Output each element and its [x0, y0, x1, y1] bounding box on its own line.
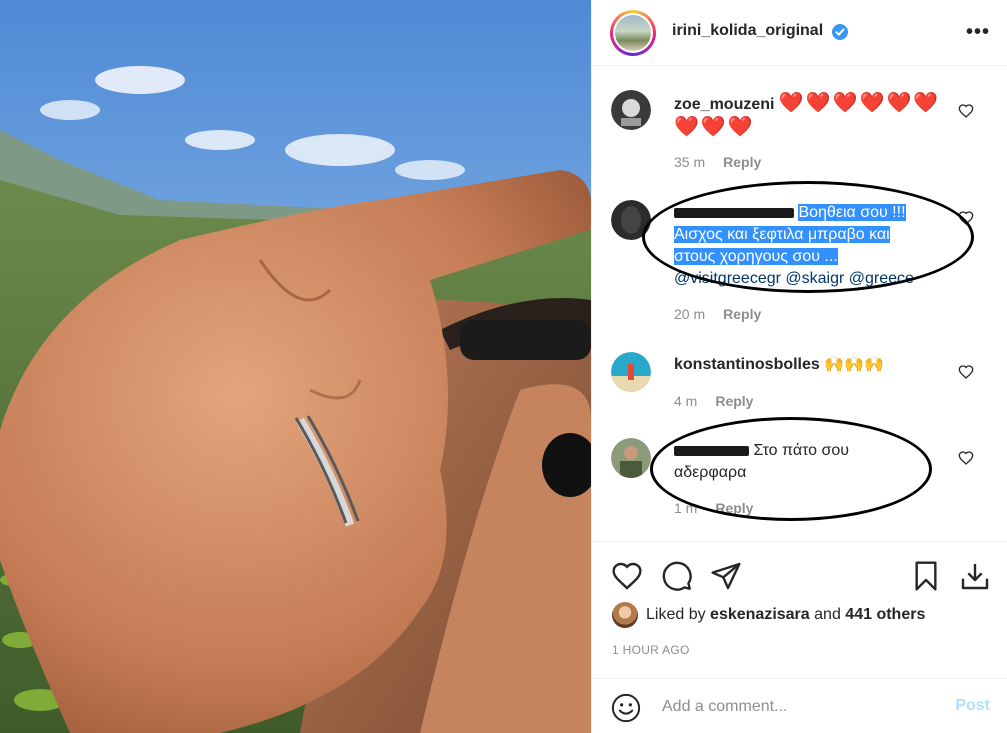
like-comment-icon[interactable] — [958, 210, 974, 226]
author-avatar[interactable] — [610, 10, 656, 56]
comment-mentions[interactable]: @visitgreecegr @skaigr @greece — [674, 268, 934, 290]
like-comment-icon[interactable] — [958, 364, 974, 380]
redacted-username — [674, 445, 749, 456]
likes-count-link[interactable]: 441 others — [845, 606, 925, 623]
comment-time: 4 m — [674, 393, 698, 409]
save-bookmark-icon[interactable] — [910, 560, 942, 592]
reply-button[interactable]: Reply — [723, 306, 761, 322]
post-actions: Liked by eskenazisara and 441 others 1 H… — [592, 541, 1007, 733]
post-sidebar: irini_kolida_original ••• zoe_mouzeni ❤️… — [591, 0, 1007, 733]
reply-button[interactable]: Reply — [723, 154, 761, 170]
reply-button[interactable]: Reply — [715, 393, 753, 409]
comment-time: 1 m — [674, 500, 698, 516]
and-label: and — [814, 606, 841, 624]
comment-username[interactable]: zoe_mouzeni — [674, 96, 774, 113]
like-comment-icon[interactable] — [958, 450, 974, 466]
more-options-icon[interactable]: ••• — [966, 21, 990, 44]
comment-avatar[interactable] — [611, 352, 651, 392]
share-icon[interactable] — [710, 560, 742, 592]
post-comment-button[interactable]: Post — [955, 697, 990, 715]
like-comment-icon[interactable] — [958, 103, 974, 119]
comment-body: Στο πάτο σου αδερφαρα — [674, 440, 894, 484]
add-comment-input[interactable] — [662, 693, 942, 721]
comment-icon[interactable] — [661, 560, 693, 592]
comment-avatar[interactable] — [611, 200, 651, 240]
liker-username[interactable]: eskenazisara — [710, 606, 810, 623]
comment-meta: 35 m Reply — [674, 154, 761, 170]
comment-username[interactable]: konstantinosbolles — [674, 356, 820, 373]
verified-badge-icon — [832, 24, 848, 40]
post-header: irini_kolida_original ••• — [592, 0, 1007, 66]
comment-time: 20 m — [674, 306, 706, 322]
comment-meta: 20 m Reply — [674, 306, 761, 322]
comment-composer: Post — [592, 678, 1007, 733]
comment-avatar[interactable] — [611, 90, 651, 130]
like-post-icon[interactable] — [611, 560, 643, 592]
download-icon[interactable] — [959, 560, 991, 592]
comment-text: 🙌🙌🙌 — [824, 356, 885, 373]
reply-button[interactable]: Reply — [715, 500, 753, 516]
liked-by-label: Liked by — [646, 606, 706, 624]
comment-body: zoe_mouzeni ❤️❤️❤️❤️❤️❤️❤️❤️❤️ — [674, 92, 964, 140]
post-timestamp[interactable]: 1 HOUR AGO — [612, 643, 690, 657]
post-photo[interactable] — [0, 0, 591, 733]
comment-time: 35 m — [674, 154, 706, 170]
post-image — [0, 0, 591, 733]
comment-body: konstantinosbolles 🙌🙌🙌 — [674, 354, 964, 376]
comment-meta: 4 m Reply — [674, 393, 753, 409]
comment-body: Βοηθεια σου !!! Αισχος και ξεφτιλα μπραβ… — [674, 202, 934, 290]
emoji-icon[interactable] — [611, 693, 641, 723]
comment-meta: 1 m Reply — [674, 500, 753, 516]
likes-summary: Liked by eskenazisara and 441 others — [612, 602, 925, 628]
author-username[interactable]: irini_kolida_original — [672, 22, 823, 40]
liker-avatar[interactable] — [612, 602, 638, 628]
comment-avatar[interactable] — [611, 438, 651, 478]
redacted-username — [674, 207, 794, 218]
